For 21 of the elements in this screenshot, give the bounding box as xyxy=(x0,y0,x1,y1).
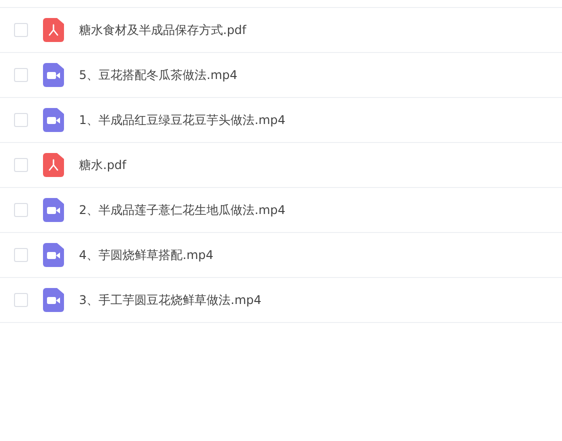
checkbox[interactable] xyxy=(14,23,28,37)
checkbox[interactable] xyxy=(14,68,28,82)
video-file-icon xyxy=(43,63,64,87)
checkbox[interactable] xyxy=(14,248,28,262)
file-name[interactable]: 5、豆花搭配冬瓜茶做法.mp4 xyxy=(79,66,238,84)
checkbox[interactable] xyxy=(14,158,28,172)
pdf-file-icon xyxy=(43,153,64,177)
file-name[interactable]: 4、芋圆烧鲜草搭配.mp4 xyxy=(79,246,214,264)
checkbox[interactable] xyxy=(14,203,28,217)
video-file-icon xyxy=(43,243,64,267)
file-name[interactable]: 1、半成品红豆绿豆花豆芋头做法.mp4 xyxy=(79,112,286,128)
file-name[interactable]: 3、手工芋圆豆花烧鲜草做法.mp4 xyxy=(79,292,262,308)
checkbox[interactable] xyxy=(14,293,28,307)
file-name[interactable]: 糖水.pdf xyxy=(79,156,126,174)
video-file-icon xyxy=(43,198,64,222)
file-name[interactable]: 糖水食材及半成品保存方式.pdf xyxy=(79,22,246,38)
pdf-file-icon xyxy=(43,18,64,42)
file-name[interactable]: 2、半成品莲子薏仁花生地瓜做法.mp4 xyxy=(79,202,286,218)
checkbox[interactable] xyxy=(14,113,28,127)
video-file-icon xyxy=(43,108,64,132)
video-file-icon xyxy=(43,288,64,312)
